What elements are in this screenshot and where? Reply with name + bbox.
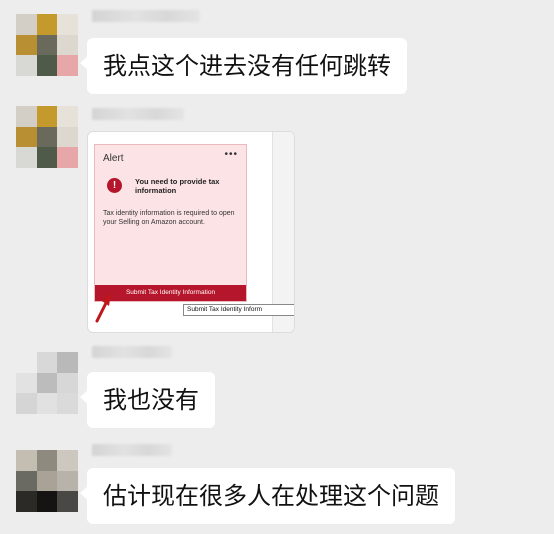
message-bubble[interactable]: 我也没有 (80, 372, 215, 428)
avatar[interactable] (16, 106, 78, 168)
error-icon: ! (107, 178, 122, 193)
message-bubble[interactable]: 估计现在很多人在处理这个问题 (80, 468, 455, 524)
alert-title: Alert (103, 153, 124, 164)
alert-heading: You need to provide tax information (135, 177, 220, 195)
message-bubble[interactable]: 我点这个进去没有任何跳转 (80, 38, 407, 94)
sender-name (92, 10, 200, 22)
avatar[interactable] (16, 352, 78, 414)
sender-name (92, 108, 184, 120)
more-icon: ••• (224, 149, 238, 160)
message-text: 我也没有 (103, 386, 199, 414)
message-text: 估计现在很多人在处理这个问题 (103, 482, 439, 510)
message-text: 我点这个进去没有任何跳转 (103, 52, 391, 80)
tooltip: Submit Tax Identity Inform (183, 304, 294, 316)
alert-body: Tax identity information is required to … (103, 210, 235, 226)
alert-dialog: Alert ••• ! You need to provide tax info… (94, 144, 247, 302)
sender-name (92, 346, 172, 358)
screenshot-image[interactable]: Alert ••• ! You need to provide tax info… (87, 131, 295, 333)
avatar[interactable] (16, 14, 78, 76)
screenshot-edge (272, 132, 294, 332)
sender-name (92, 444, 172, 456)
arrow-annotation-icon (95, 293, 111, 323)
avatar[interactable] (16, 450, 78, 512)
